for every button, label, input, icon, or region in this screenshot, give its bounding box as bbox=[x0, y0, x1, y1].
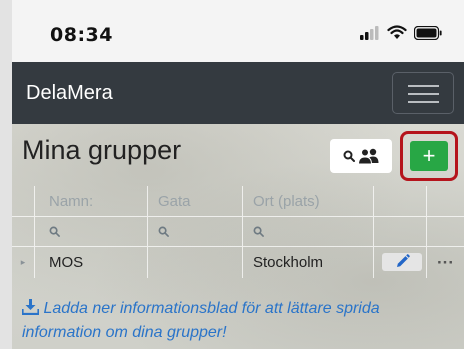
group-name: MOS bbox=[49, 254, 84, 271]
hamburger-icon bbox=[408, 101, 439, 103]
table-row[interactable]: ▸ MOS Stockholm ··· bbox=[12, 247, 464, 278]
page-title: Mina grupper bbox=[22, 135, 182, 165]
search-icon bbox=[343, 150, 355, 162]
main-content: Mina grupper + Namn: Gata Ort (plats) ▸ … bbox=[12, 124, 464, 349]
cell-more[interactable]: ··· bbox=[427, 247, 464, 278]
table-header-row: Namn: Gata Ort (plats) bbox=[12, 186, 464, 217]
status-time: 08:34 bbox=[50, 24, 113, 46]
table-filter-row bbox=[12, 217, 464, 247]
col-header-city[interactable]: Ort (plats) bbox=[243, 186, 374, 216]
signal-icon bbox=[360, 25, 379, 40]
download-icon bbox=[21, 299, 40, 316]
menu-toggle-button[interactable] bbox=[392, 72, 454, 114]
pencil-icon bbox=[397, 254, 410, 267]
status-bar: 08:34 bbox=[0, 0, 464, 62]
col-header-name-label: Namn: bbox=[49, 192, 94, 210]
hamburger-icon bbox=[408, 85, 439, 87]
caret-right-icon: ▸ bbox=[20, 257, 26, 267]
download-info-text: Ladda ner informationsblad för att lätta… bbox=[22, 300, 380, 341]
col-expander bbox=[12, 186, 35, 216]
edit-button[interactable] bbox=[382, 253, 422, 271]
battery-icon bbox=[414, 25, 442, 40]
cell-edit bbox=[374, 247, 427, 278]
search-icon bbox=[49, 226, 60, 237]
status-icons bbox=[360, 25, 442, 40]
screen-edge bbox=[0, 0, 12, 349]
add-button-highlight: + bbox=[400, 131, 458, 181]
filter-edit bbox=[374, 217, 427, 246]
more-icon: ··· bbox=[437, 252, 454, 272]
col-header-more bbox=[427, 186, 464, 216]
filter-more bbox=[427, 217, 464, 246]
cell-name: MOS bbox=[35, 247, 148, 278]
col-header-street[interactable]: Gata bbox=[148, 186, 243, 216]
cell-city: Stockholm bbox=[243, 247, 374, 278]
filter-street-input[interactable] bbox=[148, 217, 243, 246]
col-header-name[interactable]: Namn: bbox=[35, 186, 148, 216]
brand-link[interactable]: DelaMera bbox=[26, 82, 113, 105]
cell-street bbox=[148, 247, 243, 278]
navbar: DelaMera bbox=[12, 62, 464, 124]
filter-name-input[interactable] bbox=[35, 217, 148, 246]
search-icon bbox=[253, 226, 264, 237]
col-header-street-label: Gata bbox=[158, 192, 191, 210]
add-group-button[interactable]: + bbox=[410, 141, 448, 171]
users-icon bbox=[357, 148, 378, 164]
search-groups-button[interactable] bbox=[330, 139, 392, 173]
row-expander[interactable]: ▸ bbox=[12, 247, 35, 278]
col-header-city-label: Ort (plats) bbox=[253, 192, 320, 210]
wifi-icon bbox=[387, 25, 407, 39]
download-info-link[interactable]: Ladda ner informationsblad för att lätta… bbox=[21, 297, 462, 345]
group-city: Stockholm bbox=[253, 254, 324, 271]
col-header-edit bbox=[374, 186, 427, 216]
filter-expander bbox=[12, 217, 35, 246]
search-icon bbox=[158, 226, 169, 237]
filter-city-input[interactable] bbox=[243, 217, 374, 246]
hamburger-icon bbox=[408, 93, 439, 95]
